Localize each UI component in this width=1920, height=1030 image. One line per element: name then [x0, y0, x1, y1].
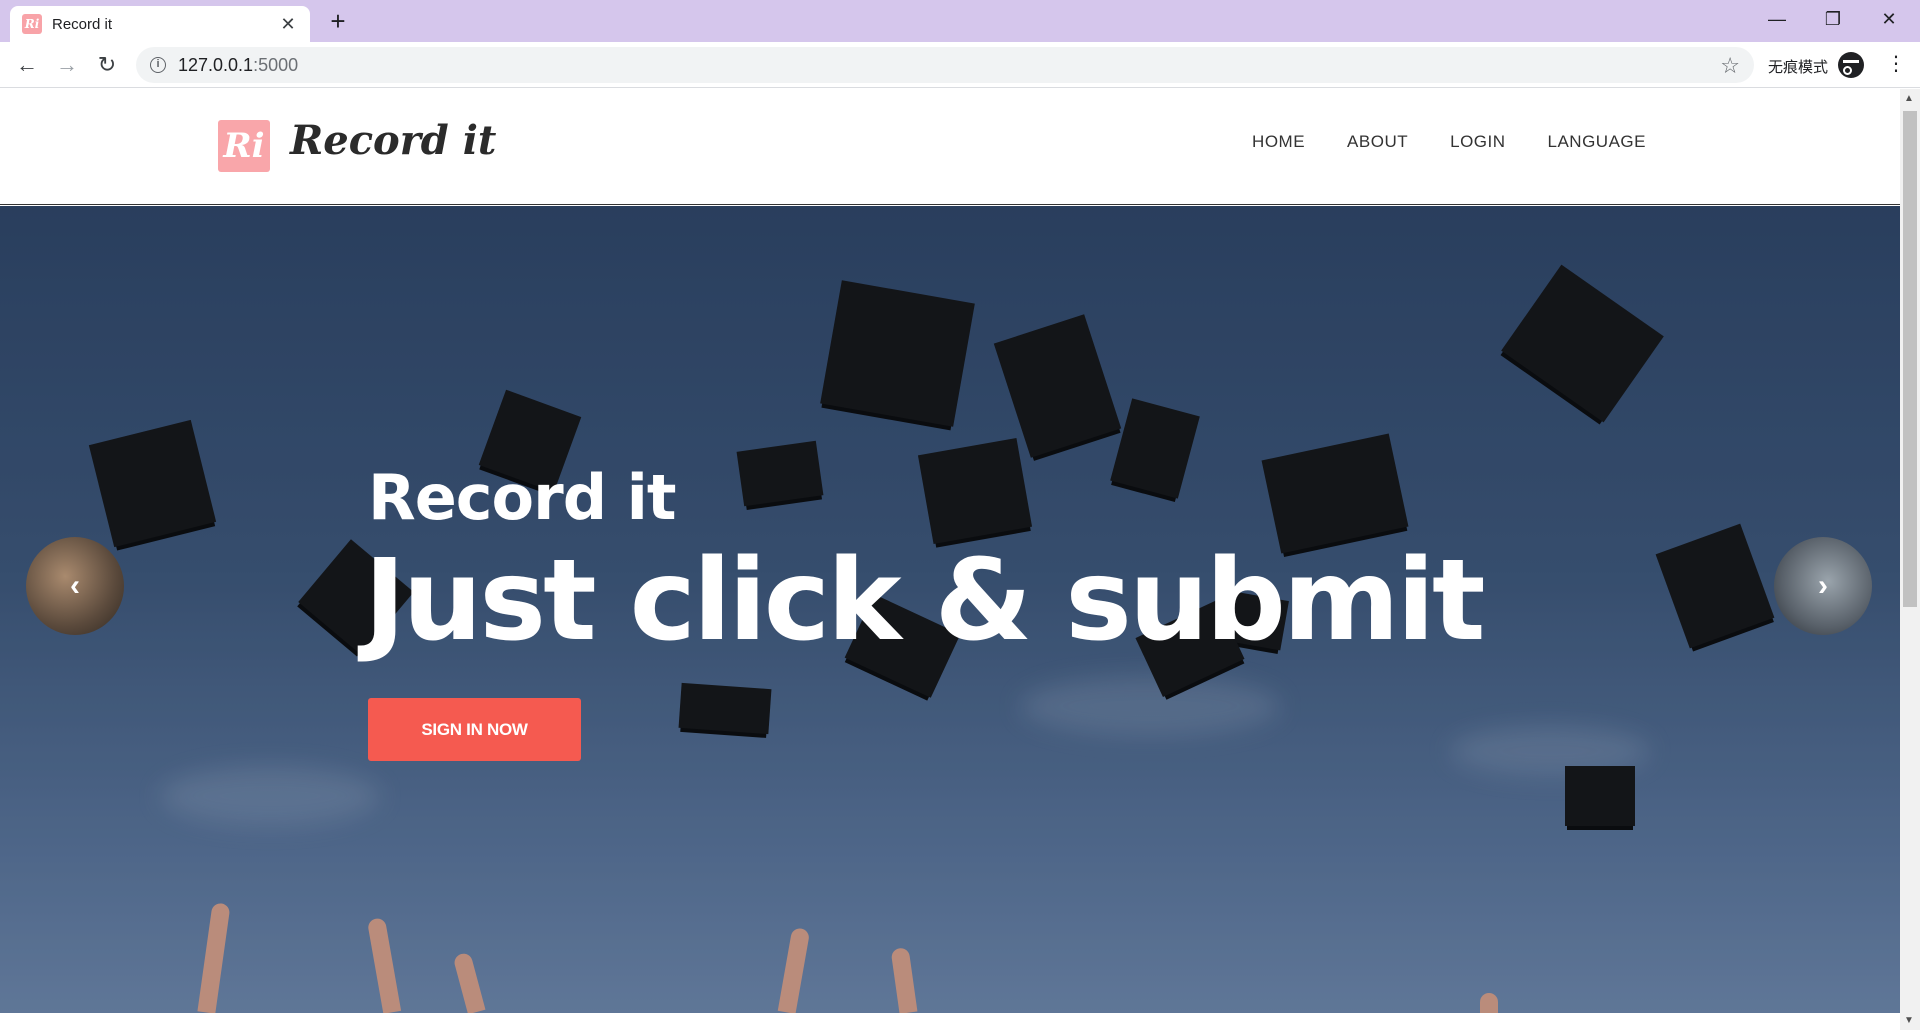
url-port: :5000 [253, 54, 299, 75]
incognito-label: 无痕模式 [1768, 59, 1829, 76]
hero-title: Just click & submit [364, 536, 1486, 666]
sign-in-now-button[interactable]: SIGN IN NOW [368, 698, 581, 761]
browser-tab-strip: Ri Record it ✕ + — ❐ ✕ [0, 0, 1920, 42]
hero-banner: Record it Just click & submit SIGN IN NO… [0, 206, 1900, 1013]
incognito-icon[interactable] [1838, 52, 1864, 78]
tab-favicon-icon: Ri [22, 14, 42, 34]
page-scrollbar[interactable]: ▲ ▼ [1900, 89, 1920, 1030]
nav-link-login[interactable]: LOGIN [1450, 132, 1505, 152]
site-logo-icon[interactable]: Ri [218, 120, 270, 172]
browser-menu-icon[interactable]: ⋮ [1886, 54, 1906, 74]
site-info-icon[interactable]: i [150, 57, 166, 73]
new-tab-button[interactable]: + [324, 8, 352, 36]
restore-window-button[interactable]: ❐ [1806, 0, 1860, 38]
tab-close-icon[interactable]: ✕ [278, 14, 298, 35]
address-bar[interactable]: i 127.0.0.1 :5000 ☆ [136, 47, 1754, 83]
back-button[interactable]: ← [12, 50, 42, 80]
carousel-next-button[interactable]: › [1774, 537, 1872, 635]
nav-link-home[interactable]: HOME [1252, 132, 1305, 152]
page-viewport: Ri Record it HOME ABOUT LOGIN LANGUAGE R… [0, 89, 1900, 1013]
page-bottom-strip [0, 1013, 1900, 1030]
site-logo-text[interactable]: Record it [290, 117, 496, 164]
site-header: Ri Record it HOME ABOUT LOGIN LANGUAGE [0, 89, 1900, 205]
scroll-thumb[interactable] [1903, 111, 1917, 607]
chevron-left-icon: ‹ [70, 569, 80, 602]
minimize-window-button[interactable]: — [1750, 0, 1804, 38]
hero-subtitle: Record it [368, 461, 677, 534]
carousel-prev-button[interactable]: ‹ [26, 537, 124, 635]
nav-link-about[interactable]: ABOUT [1347, 132, 1408, 152]
browser-toolbar: ← → ↻ i 127.0.0.1 :5000 ☆ 无痕模式 ⋮ [0, 42, 1920, 88]
url-host: 127.0.0.1 [178, 54, 254, 75]
nav-link-language[interactable]: LANGUAGE [1548, 132, 1646, 152]
forward-button[interactable]: → [52, 50, 82, 80]
chevron-right-icon: › [1818, 569, 1828, 602]
reload-button[interactable]: ↻ [92, 50, 122, 80]
tab-title: Record it [52, 15, 113, 33]
close-window-button[interactable]: ✕ [1862, 0, 1916, 38]
bookmark-star-icon[interactable]: ☆ [1720, 53, 1740, 79]
scroll-down-arrow-icon[interactable]: ▼ [1904, 1015, 1914, 1026]
scroll-up-arrow-icon[interactable]: ▲ [1904, 93, 1914, 104]
browser-tab[interactable]: Ri Record it ✕ [10, 6, 310, 42]
main-nav: HOME ABOUT LOGIN LANGUAGE [1252, 132, 1646, 152]
